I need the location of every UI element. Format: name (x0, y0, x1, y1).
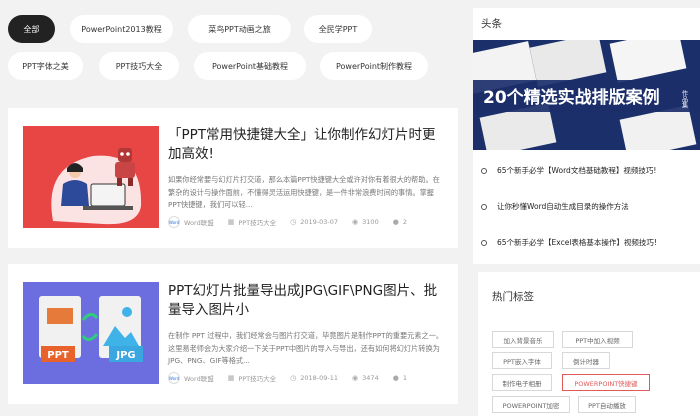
article-meta: Word Word联盟 ▦ PPT技巧大全 ◷ 2018-09-11 ◉ 347… (168, 372, 407, 384)
headline-item[interactable]: 65个新手必学【Word文档基础教程】视频技巧! (481, 165, 696, 176)
banner-image: 20个精选实战排版案例 作品集 (473, 40, 700, 150)
banner-side-label: 作品集 (681, 89, 688, 109)
eye-icon: ◉ (352, 218, 359, 226)
category-pill-ppt-tips[interactable]: PPT技巧大全 (99, 52, 179, 80)
banner-title: 20个精选实战排版案例 (483, 87, 660, 108)
category-pill-learn-ppt[interactable]: 全民学PPT (304, 15, 372, 43)
article-category[interactable]: PPT技巧大全 (238, 373, 276, 383)
author-logo-icon: Word (168, 372, 180, 384)
article-date: 2019-03-07 (300, 218, 339, 226)
article-title[interactable]: PPT幻灯片批量导出成JPG\GIF\PNG图片、批量导入图片小 (168, 282, 446, 320)
thumbnail-ppt-label: PPT (47, 350, 69, 361)
headline-item[interactable]: 65个新手必学【Excel表格基本操作】视频技巧! (481, 237, 696, 248)
headline-link[interactable]: 65个新手必学【Excel表格基本操作】视频技巧! (497, 237, 657, 248)
eye-icon: ◉ (352, 374, 359, 382)
tag-link-hot[interactable]: POWERPOINT快捷键 (562, 374, 650, 391)
tag-link[interactable]: 加入背景音乐 (492, 331, 554, 348)
comment-icon: ● (392, 218, 399, 226)
tag-link[interactable]: 倒计时器 (562, 352, 610, 369)
article-date: 2018-09-11 (300, 374, 339, 382)
article-comments: 1 (402, 374, 407, 382)
bullet-icon (481, 167, 487, 174)
tag-link[interactable]: POWERPOINT加密 (492, 396, 570, 413)
article-comments: 2 (402, 218, 407, 226)
category-pill-powerpoint2013[interactable]: PowerPoint2013教程 (70, 15, 173, 43)
clock-icon: ◷ (290, 218, 297, 226)
developer-illustration-icon (23, 126, 159, 228)
headline-link[interactable]: 让你秒懂Word自动生成目录的操作方法 (497, 201, 629, 212)
article-views: 3100 (362, 218, 379, 226)
article-author[interactable]: Word联盟 (184, 373, 214, 383)
ppt-to-jpg-illustration-icon: PPT JPG (23, 282, 159, 384)
hot-tags-panel: 热门标签 加入背景音乐 PPT中加入视频 PPT嵌入字体 倒计时器 制作电子相册… (478, 272, 700, 416)
bullet-icon (481, 203, 487, 210)
category-pill-all[interactable]: 全部 (8, 15, 55, 43)
headline-item[interactable]: 让你秒懂Word自动生成目录的操作方法 (481, 201, 696, 212)
headlines-title: 头条 (481, 18, 502, 30)
tag-link[interactable]: PPT中加入视频 (562, 331, 633, 348)
category-pill-ppt-fonts[interactable]: PPT字体之美 (8, 52, 83, 80)
article-excerpt: 如果你经常要与幻灯片打交道，那么本篇PPT快捷键大全或许对你有着很大的帮助。在繁… (168, 175, 440, 209)
article-author[interactable]: Word联盟 (184, 217, 214, 227)
article-thumbnail[interactable]: PPT JPG (23, 282, 159, 384)
bullet-icon (481, 239, 487, 246)
category-pill-powerpoint-basics[interactable]: PowerPoint基础教程 (194, 52, 306, 80)
tag-link[interactable]: 制作电子相册 (492, 374, 552, 391)
comment-icon: ● (392, 374, 399, 382)
article-card[interactable]: PPT JPG PPT幻灯片批量导出成JPG\GIF\PNG图片、批量导入图片小… (8, 264, 458, 404)
headline-banner[interactable]: 20个精选实战排版案例 作品集 (473, 40, 700, 150)
article-title[interactable]: 「PPT常用快捷键大全」让你制作幻灯片时更加高效! (168, 126, 446, 164)
article-meta: Word Word联盟 ▦ PPT技巧大全 ◷ 2019-03-07 ◉ 310… (168, 216, 407, 228)
clock-icon: ◷ (290, 374, 297, 382)
folder-icon: ▦ (227, 218, 235, 226)
category-pill-powerpoint-making[interactable]: PowerPoint制作教程 (320, 52, 428, 80)
category-pill-ppt-animation[interactable]: 菜鸟PPT动画之旅 (188, 15, 291, 43)
author-logo-icon: Word (168, 216, 180, 228)
tag-link[interactable]: PPT自动播放 (578, 396, 636, 413)
headline-link[interactable]: 65个新手必学【Word文档基础教程】视频技巧! (497, 165, 656, 176)
folder-icon: ▦ (227, 374, 235, 382)
article-excerpt: 在制作 PPT 过程中，我们经常会与图片打交道，毕竟图片是制作PPT的重要元素之… (168, 331, 444, 365)
headlines-panel: 头条 20个精选实战排版案例 作品集 65个新手必学【Word文档基础教程】视频… (473, 8, 700, 264)
tag-link[interactable]: PPT嵌入字体 (492, 352, 552, 369)
thumbnail-jpg-label: JPG (115, 350, 135, 361)
article-category[interactable]: PPT技巧大全 (238, 217, 276, 227)
article-thumbnail[interactable] (23, 126, 159, 228)
article-card[interactable]: 「PPT常用快捷键大全」让你制作幻灯片时更加高效! 如果你经常要与幻灯片打交道，… (8, 108, 458, 248)
hot-tags-title: 热门标签 (492, 291, 534, 303)
article-views: 3474 (362, 374, 379, 382)
